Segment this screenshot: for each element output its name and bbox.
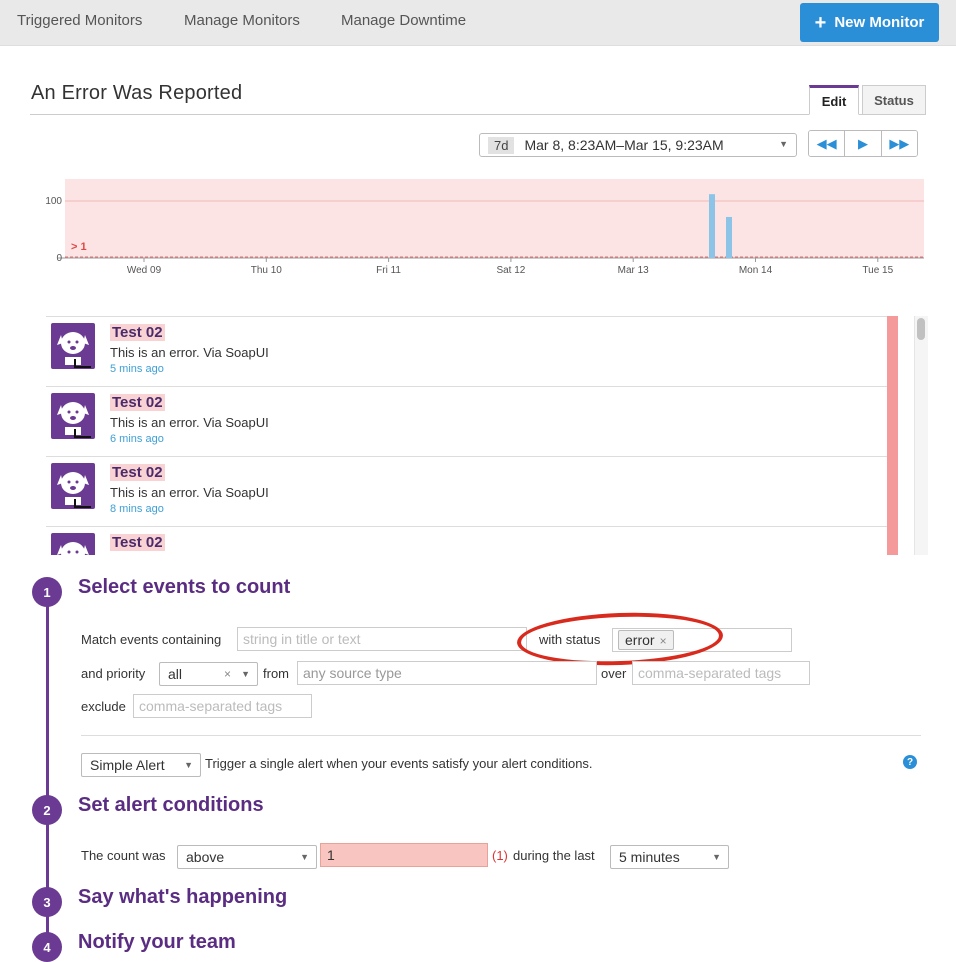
alert-band [65, 179, 924, 258]
step-2-title: Set alert conditions [78, 794, 264, 816]
event-time[interactable]: 6 mins ago [110, 433, 164, 445]
caret-down-icon: ▼ [300, 852, 309, 862]
timeframe-select[interactable]: 7d Mar 8, 8:23AM–Mar 15, 9:23AM ▼ [479, 133, 797, 157]
x-tick-label: Wed 09 [127, 265, 162, 276]
y-tick-label: 100 [45, 196, 62, 207]
event-count-chart: Wed 09 Thu 10 Fri 11 Sat 12 Mar 13 Mon 14 Tue … [45, 179, 924, 276]
dog-avatar-icon [51, 533, 95, 555]
new-monitor-button[interactable]: + New Monitor [800, 3, 939, 42]
section-divider [81, 735, 921, 736]
event-item[interactable]: Test 02 This is an error. Via SoapUI 8 min… [46, 457, 898, 527]
tags-input[interactable]: comma-separated tags [632, 661, 810, 685]
tab-status[interactable]: Status [862, 85, 926, 115]
event-title[interactable]: Test 02 [110, 394, 165, 411]
during-label: during the last [513, 848, 595, 863]
scrollbar-thumb[interactable] [917, 318, 925, 340]
fast-forward-icon[interactable]: ▶▶ [881, 131, 917, 156]
event-title[interactable]: Test 02 [110, 534, 165, 551]
chart-bar [726, 216, 732, 258]
help-icon[interactable]: ? [903, 755, 917, 769]
caret-down-icon: ▼ [184, 760, 193, 770]
caret-down-icon: ▼ [241, 669, 250, 679]
event-body: This is an error. Via SoapUI [110, 485, 269, 500]
play-icon[interactable]: ▶ [845, 131, 882, 156]
x-tick-label: Mar 13 [618, 265, 650, 276]
x-tick-label: Thu 10 [251, 265, 283, 276]
match-input[interactable]: string in title or text [237, 627, 527, 651]
event-title[interactable]: Test 02 [110, 464, 165, 481]
exclude-label: exclude [81, 699, 126, 714]
error-status-bar [887, 316, 898, 555]
step-3-badge: 3 [32, 887, 62, 917]
step-3-title: Say what's happening [78, 886, 288, 908]
count-operator-select[interactable]: above ▼ [177, 845, 317, 869]
from-label: from [263, 666, 289, 681]
event-list: Test 02 This is an error. Via SoapUI 5 min… [46, 316, 898, 555]
chart-bar [709, 194, 715, 258]
count-hint: (1) [492, 848, 508, 863]
event-time[interactable]: 8 mins ago [110, 503, 164, 515]
step-1-title: Select events to count [78, 576, 291, 598]
count-threshold-input[interactable]: 1 [320, 843, 488, 867]
timeframe-range: Mar 8, 8:23AM–Mar 15, 9:23AM [524, 137, 724, 153]
highlight-ellipse [516, 609, 724, 669]
event-item[interactable]: Test 02 [46, 527, 898, 555]
rewind-icon[interactable]: ◀◀ [809, 131, 846, 156]
new-monitor-label: New Monitor [834, 14, 925, 31]
dog-avatar-icon [51, 393, 95, 439]
tab-edit[interactable]: Edit [809, 85, 859, 115]
top-nav: Triggered Monitors Manage Monitors Manag… [0, 0, 956, 46]
x-tick-label: Sat 12 [496, 265, 525, 276]
scrollbar[interactable] [914, 316, 928, 555]
threshold-label: > 1 [71, 241, 87, 253]
x-tick-label: Mon 14 [739, 265, 773, 276]
dog-avatar-icon [51, 463, 95, 509]
exclude-input[interactable]: comma-separated tags [133, 694, 312, 718]
nav-manage-downtime[interactable]: Manage Downtime [341, 12, 466, 29]
event-item[interactable]: Test 02 This is an error. Via SoapUI 5 min… [46, 317, 898, 387]
clear-icon[interactable]: × [224, 667, 231, 681]
caret-down-icon: ▼ [779, 139, 788, 149]
event-body: This is an error. Via SoapUI [110, 345, 269, 360]
step-4-title: Notify your team [78, 931, 236, 953]
priority-select[interactable]: all × ▼ [159, 662, 258, 686]
event-time[interactable]: 5 mins ago [110, 363, 164, 375]
count-label: The count was [81, 848, 166, 863]
duration-select[interactable]: 5 minutes ▼ [610, 845, 729, 869]
event-title[interactable]: Test 02 [110, 324, 165, 341]
duration-value: 5 minutes [619, 849, 680, 865]
event-body: This is an error. Via SoapUI [110, 415, 269, 430]
match-label: Match events containing [81, 632, 222, 647]
alert-type-value: Simple Alert [90, 757, 165, 773]
count-operator-value: above [186, 849, 225, 865]
time-nav-buttons: ◀◀ ▶ ▶▶ [808, 130, 918, 157]
event-item[interactable]: Test 02 This is an error. Via SoapUI 6 min… [46, 387, 898, 457]
alert-type-select[interactable]: Simple Alert ▼ [81, 753, 201, 777]
caret-down-icon: ▼ [712, 852, 721, 862]
plus-icon: + [814, 11, 827, 34]
title-divider [30, 114, 926, 115]
over-label: over [601, 666, 627, 681]
x-tick-label: Tue 15 [862, 265, 893, 276]
x-tick-label: Fri 11 [376, 265, 401, 276]
step-2-badge: 2 [32, 795, 62, 825]
alert-description: Trigger a single alert when your events … [205, 756, 593, 771]
source-input[interactable]: any source type [297, 661, 597, 685]
y-tick-label: 0 [56, 253, 62, 264]
nav-triggered-monitors[interactable]: Triggered Monitors [17, 12, 142, 29]
dog-avatar-icon [51, 323, 95, 369]
priority-label: and priority [81, 666, 146, 681]
page-title: An Error Was Reported [31, 82, 243, 104]
timeframe-span: 7d [488, 136, 515, 154]
priority-value: all [168, 666, 183, 682]
step-1-badge: 1 [32, 577, 62, 607]
step-4-badge: 4 [32, 932, 62, 962]
nav-manage-monitors[interactable]: Manage Monitors [184, 12, 300, 29]
